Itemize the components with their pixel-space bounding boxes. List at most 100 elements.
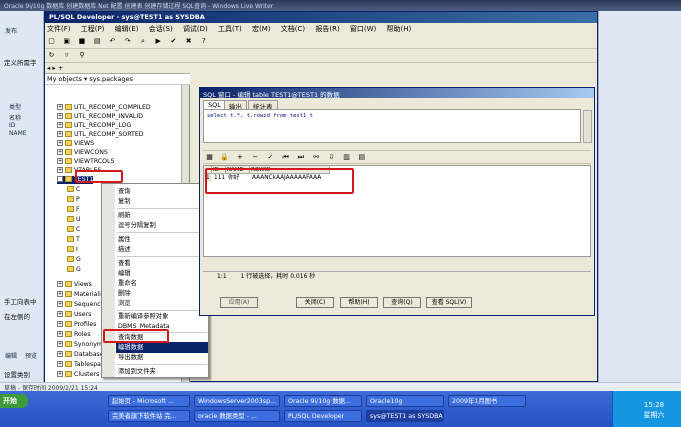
save-icon[interactable]: ■ (77, 37, 86, 46)
expand-icon[interactable]: + (57, 131, 63, 137)
expand-icon[interactable]: + (57, 140, 63, 146)
help-icon[interactable]: ? (199, 37, 208, 46)
sub-folder[interactable]: T (67, 236, 80, 244)
menu-edit[interactable]: 编辑(E) (115, 25, 139, 33)
clock[interactable]: 15:28 星期六 (631, 400, 677, 420)
menu-item-refresh[interactable]: 刷新 (118, 211, 131, 220)
menu-item-rename[interactable]: 重命名 (118, 279, 137, 288)
menu-item-copy[interactable]: 复制 (118, 197, 131, 206)
insert-row-icon[interactable]: + (235, 153, 244, 162)
task-button[interactable]: Oracle10g (366, 395, 444, 407)
menu-item-drop[interactable]: 删除 (118, 289, 131, 298)
first-record-icon[interactable]: ⏮ (281, 153, 290, 162)
tree-item[interactable]: + UTL_RECOMP_LOG (57, 122, 131, 130)
forward-icon[interactable]: ▸ (52, 64, 55, 72)
expand-icon[interactable]: + (57, 371, 63, 377)
undo-icon[interactable]: ↶ (108, 37, 117, 46)
expand-icon[interactable]: + (57, 341, 63, 347)
execute-icon[interactable]: ▶ (154, 37, 163, 46)
tree-item[interactable]: + Views (57, 281, 92, 289)
sub-folder[interactable]: C (67, 226, 80, 234)
binoculars-icon[interactable]: ⚯ (312, 153, 321, 162)
editor-scrollbar[interactable] (583, 110, 592, 143)
task-button[interactable]: PL/SQL Developer (284, 410, 362, 422)
tree-item[interactable]: + Users (57, 311, 91, 319)
task-button[interactable]: Oracle 9i/10g 数据... (284, 395, 362, 407)
expand-icon[interactable]: + (57, 311, 63, 317)
grid-icon[interactable]: ▦ (205, 153, 214, 162)
menu-item-describe[interactable]: 描述 (118, 245, 131, 254)
task-button[interactable]: 2009年1月图书 (448, 395, 526, 407)
menu-item-query[interactable]: 查询 (118, 187, 131, 196)
tree-item[interactable]: + UTL_RECOMP_SORTED (57, 131, 144, 139)
menu-tools[interactable]: 工具(T) (218, 25, 242, 33)
post-icon[interactable]: ✓ (266, 153, 275, 162)
tree-item[interactable]: + Synonyms (57, 341, 106, 349)
delete-row-icon[interactable]: − (251, 153, 260, 162)
expand-icon[interactable]: + (57, 351, 63, 357)
browser-filter[interactable]: My objects ▾ sys.packages (45, 74, 190, 85)
query-button[interactable]: 查询(Q) (383, 297, 421, 308)
chart-icon[interactable]: ▥ (342, 153, 351, 162)
expand-icon[interactable]: + (57, 149, 63, 155)
expand-icon[interactable]: + (57, 331, 63, 337)
menu-window[interactable]: 窗口(W) (350, 25, 376, 33)
expand-icon[interactable]: + (57, 321, 63, 327)
menu-macro[interactable]: 宏(M) (252, 25, 271, 33)
tab-sql[interactable]: SQL (203, 100, 226, 109)
menu-session[interactable]: 会话(S) (149, 25, 173, 33)
refresh-icon[interactable]: ↻ (47, 51, 56, 60)
tab-preview[interactable]: 预览 (22, 350, 40, 361)
tab-output[interactable]: 输出 (224, 100, 247, 111)
menu-item-edit-data[interactable]: 编辑数据 (118, 343, 143, 352)
task-button[interactable]: 起始页 - Microsoft ... (108, 395, 190, 407)
open-icon[interactable]: ▣ (62, 37, 71, 46)
sub-folder[interactable]: F (67, 206, 80, 214)
tree-item[interactable]: + Database (57, 351, 104, 359)
apply-button[interactable]: 应用(A) (220, 297, 258, 308)
expand-icon[interactable]: + (57, 122, 63, 128)
task-button[interactable]: 完美者旗下软件站 完... (108, 410, 190, 422)
menu-file[interactable]: 文件(F) (47, 25, 71, 33)
expand-icon[interactable]: + (57, 301, 63, 307)
tree-item[interactable]: + UTL_RECOMP_INVALID (57, 113, 143, 121)
menu-document[interactable]: 文档(C) (281, 25, 305, 33)
menu-item-comma-copy[interactable]: 逗号分隔复制 (118, 221, 156, 230)
export-icon[interactable]: ⇩ (327, 153, 336, 162)
sub-folder[interactable]: C (67, 186, 80, 194)
category-setting[interactable]: 设置类别 (4, 369, 30, 379)
tab-statistics[interactable]: 统计表 (248, 100, 278, 111)
view-sql-button[interactable]: 查看 SQL(V) (426, 297, 472, 308)
expand-icon[interactable]: + (57, 167, 63, 173)
sub-folder[interactable]: G (67, 256, 81, 264)
link-icon[interactable]: ⚲ (77, 51, 86, 60)
tree-item[interactable]: + VIEWCONS (57, 149, 108, 157)
expand-icon[interactable]: + (57, 361, 63, 367)
sub-folder[interactable]: I (67, 246, 78, 254)
tree-item[interactable]: + UTL_RECOMP_COMPILED (57, 104, 151, 112)
menu-item-view[interactable]: 查看 (118, 259, 131, 268)
expand-icon[interactable]: + (57, 113, 63, 119)
task-button-active[interactable]: sys@TEST1 as SYSDBA (366, 410, 444, 422)
tab-publish[interactable]: 发布 (2, 25, 20, 36)
lock-icon[interactable]: 🔒 (220, 153, 229, 162)
tree-item[interactable]: + Roles (57, 331, 91, 339)
find-icon[interactable]: ⌕ (138, 37, 147, 46)
expand-icon[interactable]: + (57, 281, 63, 287)
menu-item-recompile[interactable]: 重新编译参照对象 (118, 312, 168, 321)
menu-reports[interactable]: 报告(R) (315, 25, 339, 33)
menu-item-properties[interactable]: 属性 (118, 235, 131, 244)
menu-item-edit[interactable]: 编辑 (118, 269, 131, 278)
task-button[interactable]: WindowsServer2003sp... (194, 395, 280, 407)
menu-help[interactable]: 帮助(H) (387, 25, 412, 33)
menu-item-export-data[interactable]: 导出数据 (118, 353, 143, 362)
new-icon[interactable]: ▢ (47, 37, 56, 46)
tree-item[interactable]: + Profiles (57, 321, 96, 329)
collapse-icon[interactable]: − (57, 176, 63, 182)
add-icon[interactable]: + (58, 64, 63, 72)
menu-item-browse[interactable]: 浏览 (118, 299, 131, 308)
tab-edit[interactable]: 编辑 (2, 350, 20, 361)
filter-icon[interactable]: ▿ (62, 51, 71, 60)
tree-item[interactable]: + Clusters (57, 371, 99, 379)
sub-folder[interactable]: G (67, 266, 81, 274)
